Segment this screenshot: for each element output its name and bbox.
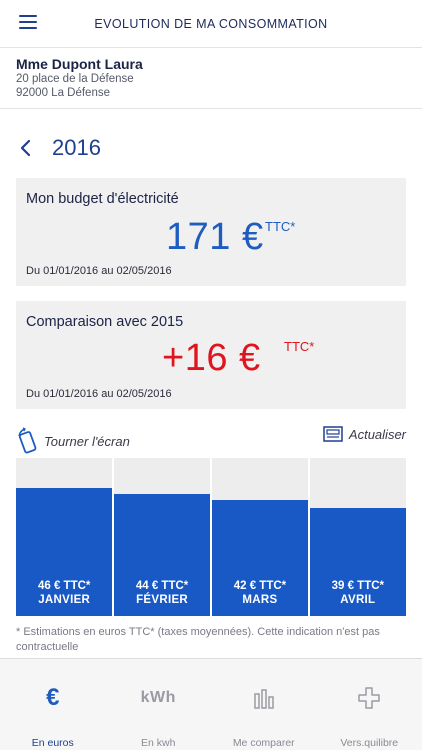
bar-month-label: JANVIER [38,594,91,606]
bar-month-label: AVRIL [340,594,376,606]
refresh-meter-icon [323,426,343,442]
tab-label: En euros [31,737,74,749]
chart-column-0[interactable]: 46 € TTC* JANVIER [16,458,113,616]
plus-icon [317,685,422,711]
chart-bar: 39 € TTC* AVRIL [309,508,406,616]
bar-value-label: 46 € TTC* [37,580,91,592]
comparison-title: Comparaison avec 2015 [26,314,184,330]
top-bar: EVOLUTION DE MA CONSOMMATION [0,0,422,48]
bar-value-label: 39 € TTC* [331,580,385,592]
tab-en-kwh[interactable]: kWh En kwh [106,659,212,750]
tab-en-euros[interactable]: € En euros [0,659,106,750]
comparison-ttc-suffix: TTC* [284,339,315,354]
euro-icon: € [46,684,60,711]
chart-column-1[interactable]: 44 € TTC* FÉVRIER [113,458,211,616]
chart-actions: Tourner l'écran Actualiser [16,426,406,456]
bar-month-label: MARS [242,594,278,606]
refresh-label: Actualiser [348,426,406,442]
budget-amount: 171 € [166,216,264,258]
budget-ttc-suffix: TTC* [265,219,296,234]
footnote: * Estimations en euros TTC* (taxes moyen… [16,626,380,653]
chart-bar: 46 € TTC* JANVIER [16,488,113,616]
refresh-button[interactable]: Actualiser [323,426,406,442]
main-content: 2016 Mon budget d'électricité 171 € TTC*… [0,110,422,658]
budget-card: Mon budget d'électricité 171 € TTC* Du 0… [16,178,406,286]
customer-name: Mme Dupont Laura [16,56,143,72]
chart-column-3[interactable]: 39 € TTC* AVRIL [309,458,406,616]
chart-bar: 44 € TTC* FÉVRIER [113,494,211,616]
page-title: EVOLUTION DE MA CONSOMMATION [94,17,328,31]
comparison-period: Du 01/01/2016 au 02/05/2016 [26,388,172,400]
kwh-icon: kWh [140,689,176,706]
year-navigation: 2016 [16,134,101,162]
tab-label: Me comparer [232,737,295,749]
tab-label: En kwh [141,737,176,749]
bar-chart-icon [211,685,317,711]
bottom-tab-bar: € En euros kWh En kwh Me comparer Vers.q… [0,658,422,750]
rotate-screen-button[interactable]: Tourner l'écran [16,426,130,456]
bar-month-label: FÉVRIER [136,594,189,606]
year-label: 2016 [52,135,101,160]
chart-bar: 42 € TTC* MARS [211,500,309,616]
tab-me-comparer[interactable]: Me comparer [211,659,317,750]
rotate-screen-label: Tourner l'écran [44,433,130,449]
tab-label: Vers.quilibre [340,737,399,749]
comparison-card: Comparaison avec 2015 +16 € TTC* Du 01/0… [16,301,406,409]
customer-address-line2: 92000 La Défense [16,87,110,99]
comparison-amount: +16 € [162,337,261,379]
tab-vers-equilibre[interactable]: Vers.quilibre [317,659,422,750]
budget-title: Mon budget d'électricité [26,191,179,207]
chart-column-2[interactable]: 42 € TTC* MARS [211,458,309,616]
customer-info: Mme Dupont Laura 20 place de la Défense … [0,48,422,109]
bar-value-label: 44 € TTC* [135,580,189,592]
monthly-consumption-chart: 46 € TTC* JANVIER 44 € TTC* FÉVRIER 42 € TTC… [16,458,406,616]
budget-period: Du 01/01/2016 au 02/05/2016 [26,265,172,277]
customer-address-line1: 20 place de la Défense [16,73,134,85]
bar-value-label: 42 € TTC* [233,580,287,592]
rotate-phone-icon [18,427,37,454]
chevron-left-icon[interactable] [16,136,36,160]
